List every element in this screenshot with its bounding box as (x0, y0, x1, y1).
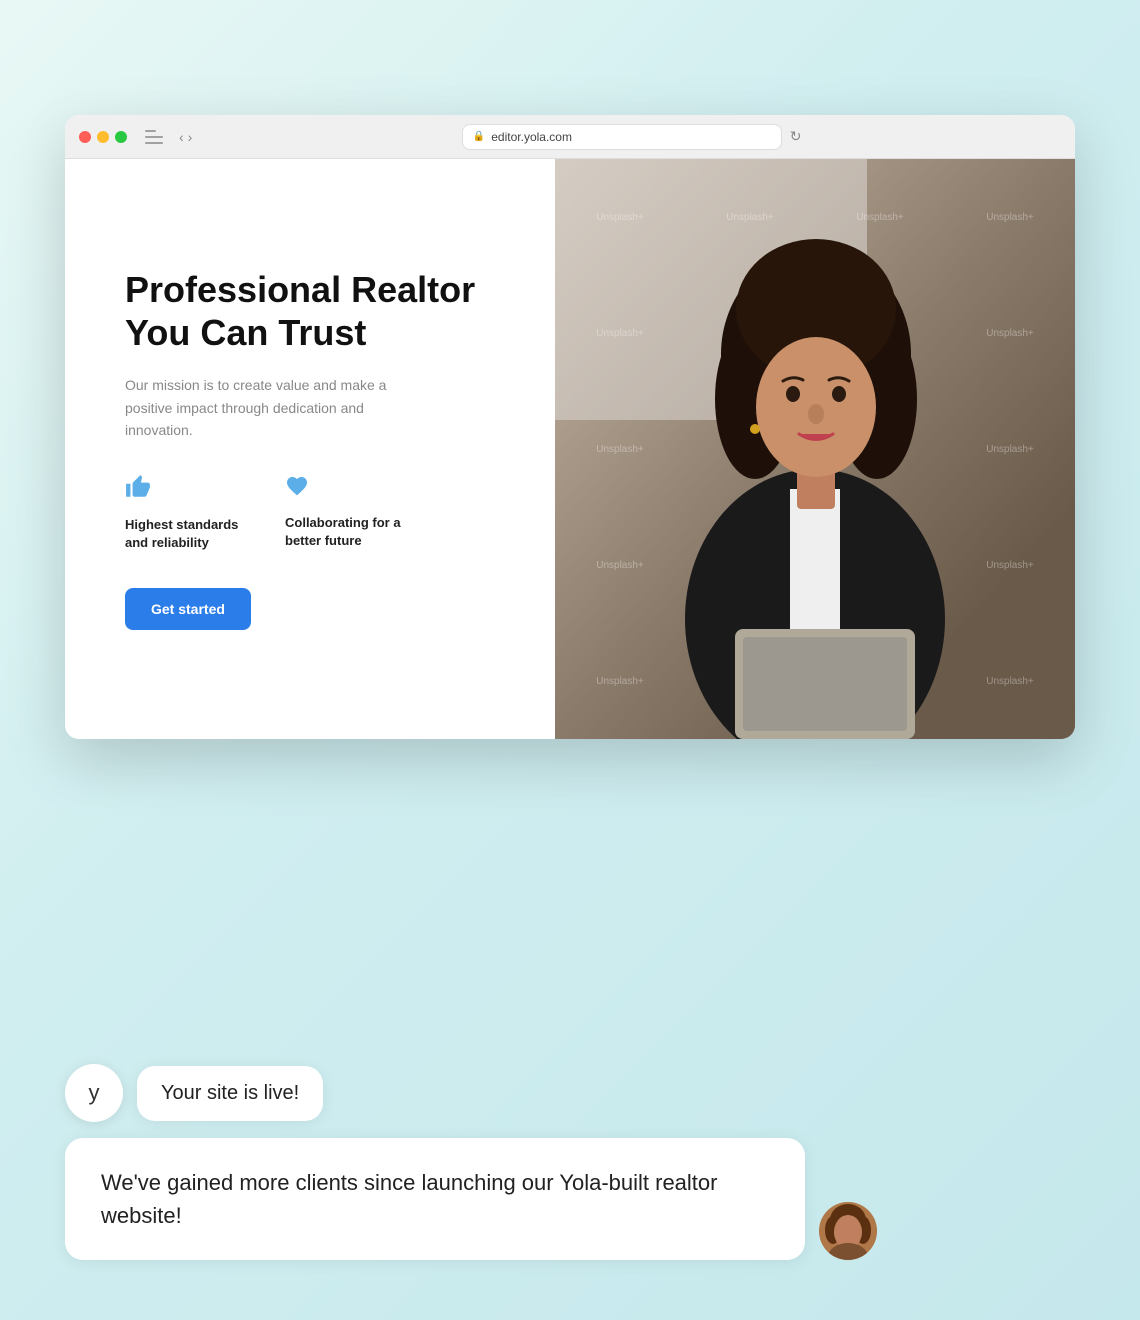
user-avatar-image (819, 1202, 877, 1260)
forward-arrow[interactable]: › (188, 130, 193, 144)
back-arrow[interactable]: ‹ (179, 130, 184, 144)
features-row: Highest standards and reliability Collab… (125, 474, 505, 552)
close-button[interactable] (79, 131, 91, 143)
website-content: Professional Realtor You Can Trust Our m… (65, 159, 1075, 739)
hero-title: Professional Realtor You Can Trust (125, 268, 505, 354)
maximize-button[interactable] (115, 131, 127, 143)
hero-right: Unsplash+ Unsplash+ Unsplash+ Unsplash+ … (555, 159, 1075, 739)
reload-button[interactable]: ↻ (790, 128, 802, 145)
traffic-lights (79, 131, 127, 143)
get-started-button[interactable]: Get started (125, 588, 251, 630)
feature-item-2: Collaborating for a better future (285, 474, 415, 552)
hero-left: Professional Realtor You Can Trust Our m… (65, 159, 555, 739)
feature-item-1: Highest standards and reliability (125, 474, 255, 552)
heart-icon (285, 474, 415, 504)
person-illustration (625, 199, 1005, 739)
hero-description: Our mission is to create value and make … (125, 374, 425, 441)
nav-arrows: ‹ › (179, 130, 192, 144)
chat-message-row-2: We've gained more clients since launchin… (65, 1138, 1075, 1260)
sidebar-icon (145, 130, 163, 144)
lock-icon: 🔒 (473, 131, 485, 142)
chat-message-row-1: y Your site is live! (65, 1064, 1075, 1122)
yola-avatar-letter: y (89, 1080, 100, 1106)
user-message-bubble: We've gained more clients since launchin… (65, 1138, 805, 1260)
address-bar[interactable]: 🔒 editor.yola.com (462, 124, 782, 150)
user-message-text: We've gained more clients since launchin… (101, 1170, 717, 1228)
chat-section: y Your site is live! We've gained more c… (65, 1064, 1075, 1260)
browser-window: ‹ › 🔒 editor.yola.com ↻ Professional Rea… (65, 115, 1075, 739)
address-bar-container: 🔒 editor.yola.com ↻ (202, 124, 1061, 150)
browser-toolbar: ‹ › 🔒 editor.yola.com ↻ (65, 115, 1075, 159)
url-text: editor.yola.com (491, 130, 572, 144)
minimize-button[interactable] (97, 131, 109, 143)
yola-message-text: Your site is live! (161, 1082, 299, 1104)
sidebar-toggle[interactable] (145, 130, 163, 144)
user-avatar (819, 1202, 877, 1260)
yola-avatar: y (65, 1064, 123, 1122)
person-photo: Unsplash+ Unsplash+ Unsplash+ Unsplash+ … (555, 159, 1075, 739)
feature-label-2: Collaborating for a better future (285, 514, 415, 550)
thumbs-up-icon (125, 474, 255, 506)
feature-label-1: Highest standards and reliability (125, 516, 255, 552)
yola-message-bubble: Your site is live! (137, 1066, 323, 1121)
